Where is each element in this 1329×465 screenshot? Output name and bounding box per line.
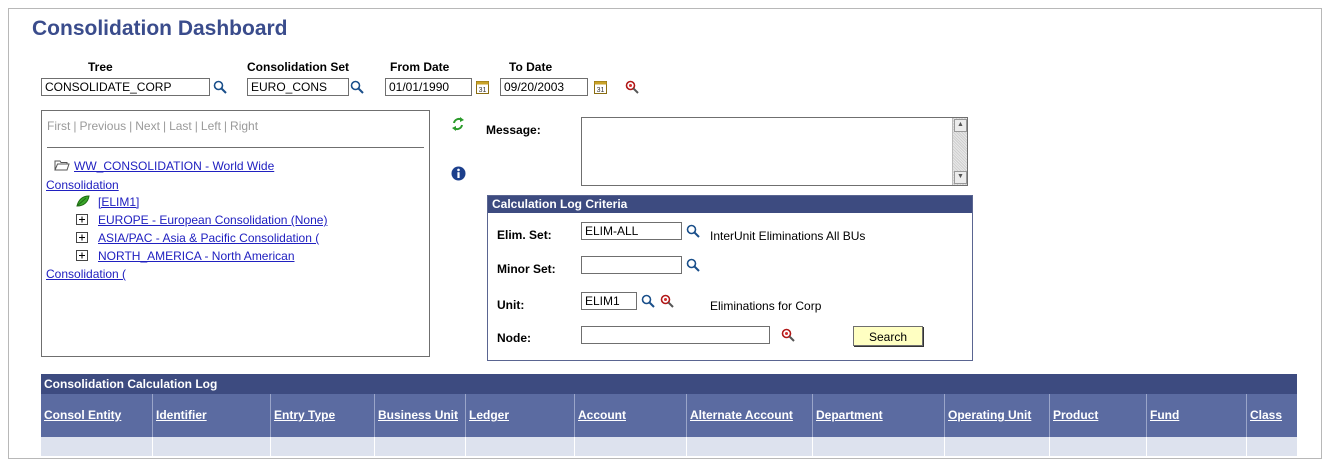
tree-node-root[interactable]: WW_CONSOLIDATION - World Wide [54,159,274,173]
leaf-icon [76,195,90,207]
calculation-log-column-headers: Consol Entity Identifier Entry Type Busi… [41,394,1297,437]
unit-input[interactable]: ELIM1 [581,292,637,310]
to-date-label: To Date [509,60,553,74]
tree-node-root-link[interactable]: WW_CONSOLIDATION - World Wide [74,159,274,173]
scroll-up-icon[interactable]: ▲ [954,119,967,132]
search-button[interactable]: Search [853,326,923,346]
refresh-icon[interactable] [450,116,466,132]
criteria-header: Calculation Log Criteria [488,196,972,213]
consolidation-set-search-icon[interactable] [349,79,365,95]
tree-node-elim-link[interactable]: [ELIM1] [98,195,139,209]
tree-node-north-america-link[interactable]: NORTH_AMERICA - North American [98,249,295,263]
elim-set-label: Elim. Set: [497,228,552,242]
unit-description: Eliminations for Corp [710,299,822,313]
tree-node-root-link-cont[interactable]: Consolidation [46,178,119,192]
tree-node-elim[interactable]: [ELIM1] [76,195,139,209]
col-class[interactable]: Class [1247,394,1297,437]
tree-lookup-search-icon[interactable] [212,79,228,95]
consolidation-set-label: Consolidation Set [247,60,349,74]
tree-node-asia[interactable]: ASIA/PAC - Asia & Pacific Consolidation … [76,231,319,245]
open-folder-icon [54,160,70,171]
minor-set-input[interactable] [581,256,682,274]
tree-node-europe-link[interactable]: EUROPE - European Consolidation (None) [98,213,327,227]
node-label: Node: [497,331,531,345]
message-label: Message: [486,123,541,137]
tree-input[interactable]: CONSOLIDATE_CORP [41,78,210,96]
tree-node-north-america-link-cont[interactable]: Consolidation ( [46,267,126,281]
elim-set-search-icon[interactable] [685,223,701,239]
tree-panel: First | Previous | Next | Last | Left | Right WW_C… [41,110,430,357]
tree-nav-links: First | Previous | Next | Last | Left | Right [47,119,259,133]
consolidation-set-input[interactable]: EURO_CONS [247,78,349,96]
tree-nav-first[interactable]: First [47,119,70,133]
expand-plus-icon [76,232,88,243]
unit-detail-search-icon[interactable] [659,293,675,309]
page-title: Consolidation Dashboard [32,17,288,40]
tree-nav-last[interactable]: Last [169,119,192,133]
from-date-label: From Date [390,60,450,74]
message-text [582,118,967,122]
elim-set-description: InterUnit Eliminations All BUs [710,229,866,243]
elim-set-input[interactable]: ELIM-ALL [581,222,682,240]
minor-set-search-icon[interactable] [685,257,701,273]
col-ledger[interactable]: Ledger [466,394,575,437]
node-input[interactable] [581,326,770,344]
col-fund[interactable]: Fund [1147,394,1247,437]
info-icon[interactable] [450,165,466,181]
col-alternate-account[interactable]: Alternate Account [687,394,813,437]
svg-text:31: 31 [596,87,604,94]
col-product[interactable]: Product [1050,394,1147,437]
tree-label: Tree [88,60,113,74]
col-consol-entity[interactable]: Consol Entity [41,394,153,437]
tree-nav-right[interactable]: Right [230,119,258,133]
message-scrollbar[interactable]: ▲ ▼ [952,118,967,185]
node-detail-search-icon[interactable] [780,327,796,343]
from-date-calendar-icon[interactable]: 31 [474,79,490,95]
col-department[interactable]: Department [813,394,945,437]
tree-divider [47,147,424,148]
expand-plus-icon [76,250,88,261]
col-business-unit[interactable]: Business Unit [375,394,466,437]
col-operating-unit[interactable]: Operating Unit [945,394,1050,437]
message-textarea[interactable]: ▲ ▼ [581,117,968,186]
unit-search-icon[interactable] [640,293,656,309]
svg-text:31: 31 [478,87,486,94]
unit-label: Unit: [497,298,525,312]
tree-nav-left[interactable]: Left [201,119,221,133]
to-date-calendar-icon[interactable]: 31 [592,79,608,95]
scroll-down-icon[interactable]: ▼ [954,171,967,184]
col-entry-type[interactable]: Entry Type [271,394,375,437]
calculation-log-header: Consolidation Calculation Log [41,374,1297,394]
expand-plus-icon [76,214,88,225]
tree-node-north-america[interactable]: NORTH_AMERICA - North American [76,249,295,263]
tree-node-europe[interactable]: EUROPE - European Consolidation (None) [76,213,327,227]
col-account[interactable]: Account [575,394,687,437]
tree-node-asia-link[interactable]: ASIA/PAC - Asia & Pacific Consolidation … [98,231,319,245]
minor-set-label: Minor Set: [497,262,556,276]
to-date-input[interactable]: 09/20/2003 [500,78,588,96]
col-identifier[interactable]: Identifier [153,394,271,437]
from-date-input[interactable]: 01/01/1990 [385,78,472,96]
refresh-search-icon[interactable] [624,79,640,95]
tree-nav-next[interactable]: Next [135,119,160,133]
tree-nav-previous[interactable]: Previous [79,119,126,133]
table-row[interactable] [41,437,1297,456]
